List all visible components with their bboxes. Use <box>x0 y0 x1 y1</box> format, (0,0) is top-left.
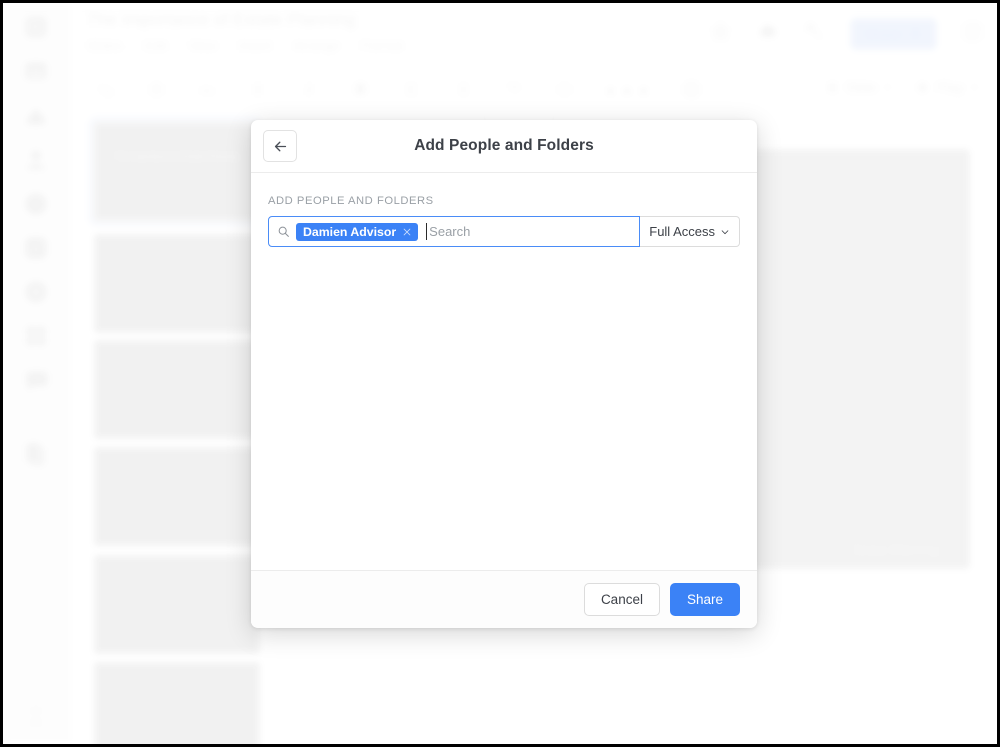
cancel-button[interactable]: Cancel <box>583 583 660 616</box>
dialog-title: Add People and Folders <box>414 137 594 154</box>
people-input-row: Damien Advisor Full Access <box>268 216 740 247</box>
dialog-footer: Cancel Share <box>251 570 757 628</box>
access-level-select[interactable]: Full Access <box>640 216 740 247</box>
person-chip-label: Damien Advisor <box>303 224 397 239</box>
access-level-label: Full Access <box>649 224 715 239</box>
person-chip[interactable]: Damien Advisor <box>296 222 419 241</box>
back-button[interactable] <box>263 130 297 162</box>
section-label: ADD PEOPLE AND FOLDERS <box>268 195 434 207</box>
search-icon <box>278 226 289 237</box>
share-button[interactable]: Share <box>669 583 740 616</box>
add-people-and-folders-dialog: Add People and Folders ADD PEOPLE AND FO… <box>251 120 757 628</box>
dialog-header: Add People and Folders <box>251 120 757 173</box>
app-window: The Importance of Estate Planning Slides… <box>0 0 1000 747</box>
search-input[interactable] <box>426 223 634 240</box>
arrow-left-icon <box>274 141 286 151</box>
chevron-down-icon <box>721 229 729 234</box>
people-search-box[interactable]: Damien Advisor <box>268 216 641 247</box>
dialog-body: ADD PEOPLE AND FOLDERS Damien Advisor Se… <box>251 173 757 570</box>
close-icon[interactable] <box>401 226 413 238</box>
